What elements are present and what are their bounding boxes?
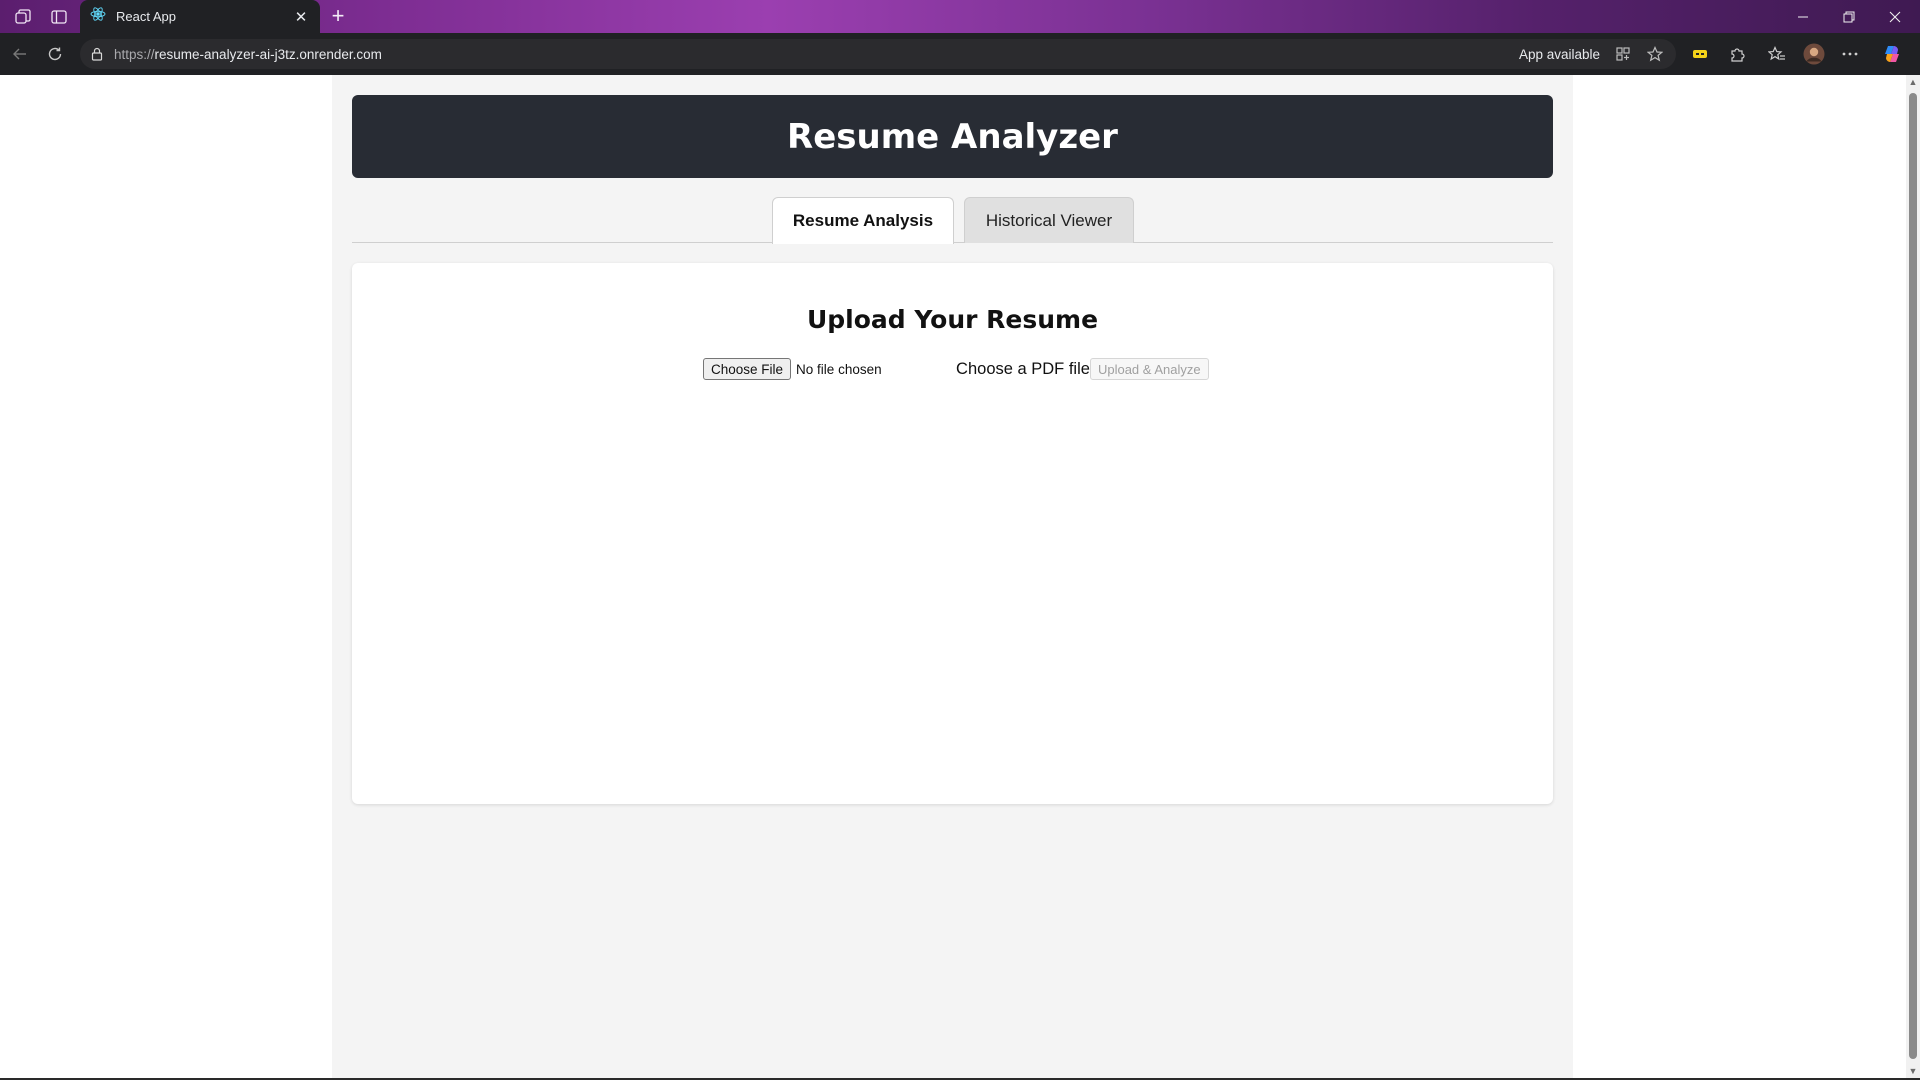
scroll-thumb[interactable] [1909, 93, 1917, 1059]
upload-analyze-button[interactable]: Upload & Analyze [1089, 358, 1209, 380]
avatar[interactable] [1802, 42, 1826, 66]
browser-toolbar: https://resume-analyzer-ai-j3tz.onrender… [0, 33, 1920, 75]
extension-icon[interactable] [1688, 42, 1712, 66]
url-text[interactable]: https://resume-analyzer-ai-j3tz.onrender… [114, 47, 1519, 62]
upload-card: Upload Your Resume Choose File No file c… [352, 263, 1553, 804]
install-app-icon[interactable] [1612, 43, 1634, 65]
tab-actions-icon[interactable] [48, 6, 70, 28]
app-tabs: Resume Analysis Historical Viewer [352, 197, 1553, 244]
puzzle-icon[interactable] [1725, 42, 1749, 66]
scrollbar[interactable]: ▲ ▼ [1906, 75, 1920, 1078]
window-close-icon[interactable] [1872, 0, 1918, 33]
upload-heading: Upload Your Resume [806, 305, 1099, 334]
refresh-icon[interactable] [43, 42, 67, 66]
favorites-icon[interactable] [1765, 42, 1789, 66]
react-icon [90, 6, 106, 27]
address-bar[interactable]: https://resume-analyzer-ai-j3tz.onrender… [80, 39, 1676, 69]
scroll-down-icon[interactable]: ▼ [1906, 1064, 1920, 1078]
choose-file-button[interactable]: Choose File [703, 358, 792, 380]
tab-historical-viewer[interactable]: Historical Viewer [964, 197, 1134, 243]
tab-react-app[interactable]: React App ✕ [80, 0, 320, 33]
upload-form: Choose File No file chosen Choose a PDF … [703, 357, 1209, 381]
app-header: Resume Analyzer [352, 95, 1553, 178]
more-icon[interactable] [1838, 42, 1862, 66]
app-container: Resume Analyzer Resume Analysis Historic… [332, 75, 1573, 1078]
file-status: No file chosen [796, 361, 882, 377]
back-arrow-icon[interactable] [8, 42, 32, 66]
app-available-label[interactable]: App available [1519, 47, 1600, 62]
scroll-up-icon[interactable]: ▲ [1906, 75, 1920, 89]
page-viewport: Resume Analyzer Resume Analysis Historic… [0, 75, 1906, 1078]
restore-icon[interactable] [1826, 0, 1872, 33]
star-icon[interactable] [1644, 43, 1666, 65]
plus-icon[interactable]: + [326, 4, 350, 28]
page-title: Resume Analyzer [787, 116, 1118, 157]
workspaces-icon[interactable] [12, 6, 34, 28]
browser-tab-bar: React App ✕ + [0, 0, 1920, 33]
minimize-icon[interactable] [1780, 0, 1826, 33]
close-icon[interactable]: ✕ [292, 8, 310, 26]
copilot-icon[interactable] [1880, 42, 1904, 66]
tab-resume-analysis[interactable]: Resume Analysis [772, 197, 954, 244]
lock-icon[interactable] [90, 47, 104, 61]
pdf-file-label: Choose a PDF file [956, 359, 1090, 378]
tab-title: React App [116, 9, 176, 24]
